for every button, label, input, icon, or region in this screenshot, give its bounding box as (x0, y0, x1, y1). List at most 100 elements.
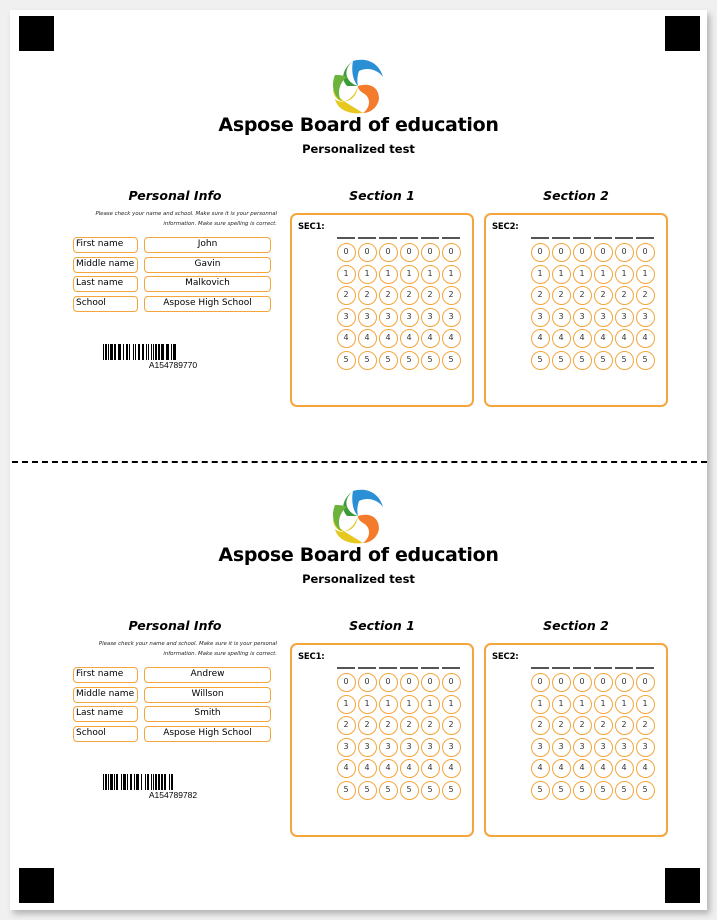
answer-bubble[interactable]: 5 (336, 351, 356, 370)
answer-bubble[interactable]: 0 (336, 243, 356, 262)
answer-bubble[interactable]: 4 (572, 759, 592, 779)
answer-bubble[interactable]: 3 (399, 737, 419, 757)
answer-bubble[interactable]: 2 (551, 286, 571, 306)
answer-bubble[interactable]: 1 (441, 264, 461, 284)
answer-write-line[interactable] (442, 667, 460, 669)
answer-bubble[interactable]: 0 (572, 673, 592, 692)
answer-bubble[interactable]: 5 (357, 351, 377, 370)
answer-write-line[interactable] (531, 237, 549, 239)
answer-bubble[interactable]: 5 (572, 781, 592, 800)
answer-bubble[interactable]: 0 (357, 673, 377, 692)
answer-write-line[interactable] (337, 237, 355, 239)
answer-bubble[interactable]: 3 (336, 737, 356, 757)
answer-bubble[interactable]: 2 (614, 716, 634, 736)
answer-write-line[interactable] (442, 237, 460, 239)
answer-bubble[interactable]: 5 (399, 351, 419, 370)
answer-bubble[interactable]: 1 (614, 264, 634, 284)
answer-bubble[interactable]: 0 (378, 243, 398, 262)
answer-bubble[interactable]: 3 (614, 307, 634, 327)
answer-bubble[interactable]: 2 (530, 716, 550, 736)
answer-bubble[interactable]: 4 (378, 759, 398, 779)
answer-bubble[interactable]: 2 (572, 716, 592, 736)
answer-bubble[interactable]: 1 (551, 694, 571, 714)
answer-write-line[interactable] (594, 237, 612, 239)
answer-bubble[interactable]: 3 (593, 307, 613, 327)
answer-bubble[interactable]: 3 (336, 307, 356, 327)
answer-bubble[interactable]: 3 (551, 737, 571, 757)
answer-bubble[interactable]: 2 (635, 286, 655, 306)
answer-bubble[interactable]: 2 (336, 716, 356, 736)
answer-bubble[interactable]: 5 (441, 351, 461, 370)
answer-bubble[interactable]: 1 (635, 264, 655, 284)
answer-bubble[interactable]: 0 (357, 243, 377, 262)
answer-write-line[interactable] (358, 667, 376, 669)
answer-bubble[interactable]: 4 (530, 329, 550, 349)
answer-bubble[interactable]: 1 (635, 694, 655, 714)
answer-bubble[interactable]: 1 (378, 694, 398, 714)
answer-write-line[interactable] (379, 237, 397, 239)
answer-bubble[interactable]: 4 (614, 759, 634, 779)
answer-bubble[interactable]: 0 (593, 673, 613, 692)
answer-bubble[interactable]: 4 (441, 759, 461, 779)
answer-bubble[interactable]: 5 (420, 781, 440, 800)
answer-bubble[interactable]: 0 (399, 243, 419, 262)
answer-bubble[interactable]: 0 (441, 243, 461, 262)
answer-bubble[interactable]: 1 (572, 694, 592, 714)
answer-bubble[interactable]: 5 (614, 351, 634, 370)
answer-bubble[interactable]: 2 (336, 286, 356, 306)
answer-bubble[interactable]: 1 (336, 264, 356, 284)
answer-bubble[interactable]: 5 (572, 351, 592, 370)
answer-bubble[interactable]: 1 (336, 694, 356, 714)
answer-bubble[interactable]: 4 (441, 329, 461, 349)
answer-bubble[interactable]: 3 (357, 307, 377, 327)
answer-bubble[interactable]: 1 (357, 694, 377, 714)
answer-bubble[interactable]: 5 (530, 781, 550, 800)
answer-bubble[interactable]: 4 (336, 329, 356, 349)
answer-bubble[interactable]: 4 (357, 759, 377, 779)
answer-bubble[interactable]: 4 (420, 329, 440, 349)
answer-bubble[interactable]: 3 (441, 307, 461, 327)
answer-write-line[interactable] (615, 667, 633, 669)
answer-bubble[interactable]: 0 (614, 243, 634, 262)
answer-bubble[interactable]: 0 (336, 673, 356, 692)
answer-bubble[interactable]: 1 (399, 264, 419, 284)
answer-write-line[interactable] (615, 237, 633, 239)
answer-bubble[interactable]: 4 (399, 329, 419, 349)
answer-bubble[interactable]: 3 (551, 307, 571, 327)
answer-bubble[interactable]: 3 (378, 737, 398, 757)
answer-bubble[interactable]: 2 (593, 716, 613, 736)
answer-bubble[interactable]: 3 (635, 737, 655, 757)
answer-bubble[interactable]: 4 (593, 329, 613, 349)
answer-bubble[interactable]: 2 (420, 286, 440, 306)
answer-bubble[interactable]: 4 (399, 759, 419, 779)
answer-bubble[interactable]: 0 (399, 673, 419, 692)
answer-bubble[interactable]: 5 (530, 351, 550, 370)
answer-bubble[interactable]: 4 (593, 759, 613, 779)
answer-bubble[interactable]: 3 (420, 737, 440, 757)
answer-bubble[interactable]: 1 (530, 264, 550, 284)
answer-bubble[interactable]: 3 (614, 737, 634, 757)
answer-bubble[interactable]: 2 (635, 716, 655, 736)
answer-bubble[interactable]: 4 (572, 329, 592, 349)
answer-bubble[interactable]: 2 (572, 286, 592, 306)
answer-bubble[interactable]: 2 (399, 286, 419, 306)
answer-write-line[interactable] (337, 667, 355, 669)
answer-bubble[interactable]: 1 (593, 694, 613, 714)
answer-write-line[interactable] (552, 237, 570, 239)
answer-bubble[interactable]: 0 (593, 243, 613, 262)
answer-write-line[interactable] (636, 667, 654, 669)
answer-bubble[interactable]: 2 (357, 286, 377, 306)
answer-write-line[interactable] (358, 237, 376, 239)
answer-bubble[interactable]: 0 (420, 673, 440, 692)
answer-bubble[interactable]: 0 (551, 673, 571, 692)
answer-bubble[interactable]: 1 (530, 694, 550, 714)
answer-bubble[interactable]: 0 (635, 243, 655, 262)
answer-bubble[interactable]: 4 (635, 329, 655, 349)
answer-bubble[interactable]: 5 (593, 781, 613, 800)
answer-bubble[interactable]: 5 (420, 351, 440, 370)
answer-bubble[interactable]: 4 (378, 329, 398, 349)
answer-bubble[interactable]: 2 (378, 286, 398, 306)
answer-bubble[interactable]: 5 (614, 781, 634, 800)
answer-bubble[interactable]: 3 (378, 307, 398, 327)
answer-bubble[interactable]: 2 (357, 716, 377, 736)
